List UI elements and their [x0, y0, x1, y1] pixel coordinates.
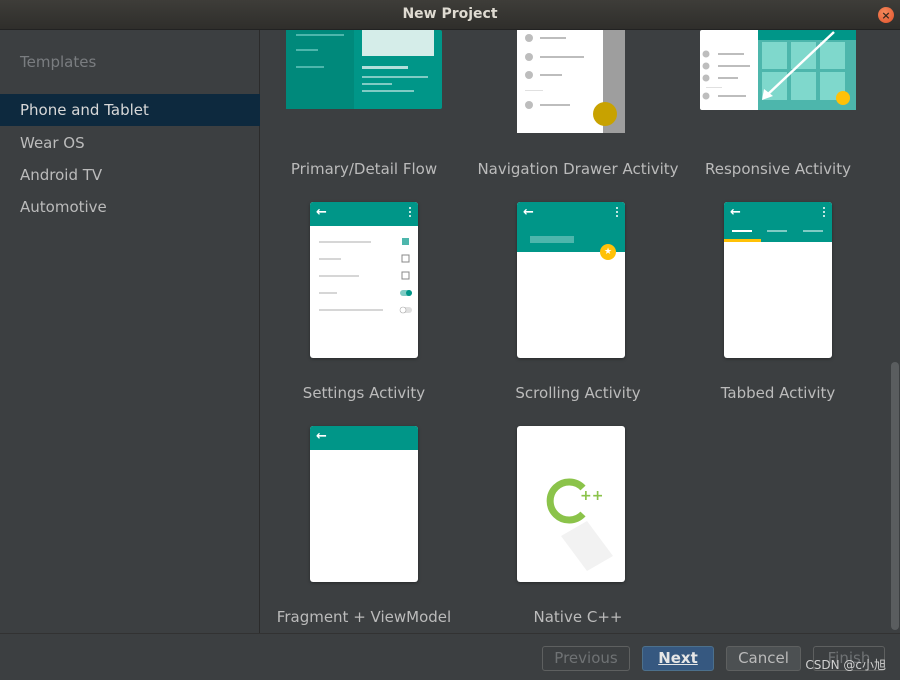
cpp-logo-icon	[546, 478, 613, 571]
template-card-fragment-viewmodel[interactable]: ← Fragment + ViewModel	[261, 426, 468, 633]
fragment-viewmodel-preview: ←	[310, 426, 418, 582]
template-card-native-cpp[interactable]: ++ Native C++	[468, 426, 675, 633]
sidebar-heading: Templates	[20, 53, 97, 71]
scrolling-preview: ← ★	[517, 202, 625, 358]
native-cpp-preview: ++	[517, 426, 625, 582]
scrollbar-thumb[interactable]	[891, 362, 899, 630]
settings-preview: ←	[310, 202, 418, 358]
template-card-responsive[interactable]: Responsive Activity	[675, 30, 882, 190]
template-label: Scrolling Activity	[515, 384, 641, 402]
template-label: Fragment + ViewModel	[276, 608, 452, 626]
cancel-button[interactable]: Cancel	[726, 646, 801, 671]
template-label: Responsive Activity	[705, 160, 851, 178]
sidebar-item-phone-and-tablet[interactable]: Phone and Tablet	[0, 94, 260, 126]
close-icon[interactable]: ×	[878, 7, 894, 23]
template-label: Primary/Detail Flow	[290, 160, 438, 178]
cpp-logo-plus: ++	[580, 488, 604, 504]
back-arrow-icon: ←	[316, 429, 327, 444]
back-arrow-icon: ←	[316, 205, 327, 220]
template-card-tabbed[interactable]: ← Tabbed Activity	[675, 202, 882, 412]
back-arrow-icon: ←	[730, 205, 741, 220]
template-label: Settings Activity	[302, 384, 426, 402]
template-label: Tabbed Activity	[720, 384, 836, 402]
template-label: Native C++	[533, 608, 623, 626]
fab-star-icon: ★	[600, 244, 616, 260]
template-card-settings[interactable]: ← Settings Activity	[261, 202, 468, 412]
sidebar-item-wear-os[interactable]: Wear OS	[0, 127, 260, 159]
responsive-preview	[700, 30, 856, 110]
back-arrow-icon: ←	[523, 205, 534, 220]
previous-button[interactable]: Previous	[542, 646, 630, 671]
template-card-primary-detail-flow[interactable]: Primary/Detail Flow	[261, 30, 468, 190]
dialog-footer: Previous Next Cancel Finish CSDN @c小旭	[0, 633, 900, 680]
primary-detail-flow-preview	[286, 30, 442, 109]
sidebar-item-automotive[interactable]: Automotive	[0, 191, 260, 223]
overflow-menu-icon	[823, 207, 825, 219]
overflow-menu-icon	[409, 207, 411, 219]
window-title: New Project	[402, 6, 498, 22]
tabbed-preview: ←	[724, 202, 832, 358]
sidebar: Templates Phone and Tablet Wear OS Andro…	[0, 30, 260, 633]
template-label: Navigation Drawer Activity	[477, 160, 679, 178]
template-grid: Primary/Detail Flow Navigation Drawer Ac…	[261, 30, 900, 633]
sidebar-item-android-tv[interactable]: Android TV	[0, 159, 260, 191]
template-card-scrolling[interactable]: ← ★ Scrolling Activity	[468, 202, 675, 412]
title-bar: New Project ×	[0, 0, 900, 30]
next-button[interactable]: Next	[642, 646, 714, 671]
watermark: CSDN @c小旭	[805, 658, 886, 672]
overflow-menu-icon	[616, 207, 618, 219]
navigation-drawer-preview	[517, 30, 625, 133]
template-card-navigation-drawer[interactable]: Navigation Drawer Activity	[468, 30, 679, 190]
